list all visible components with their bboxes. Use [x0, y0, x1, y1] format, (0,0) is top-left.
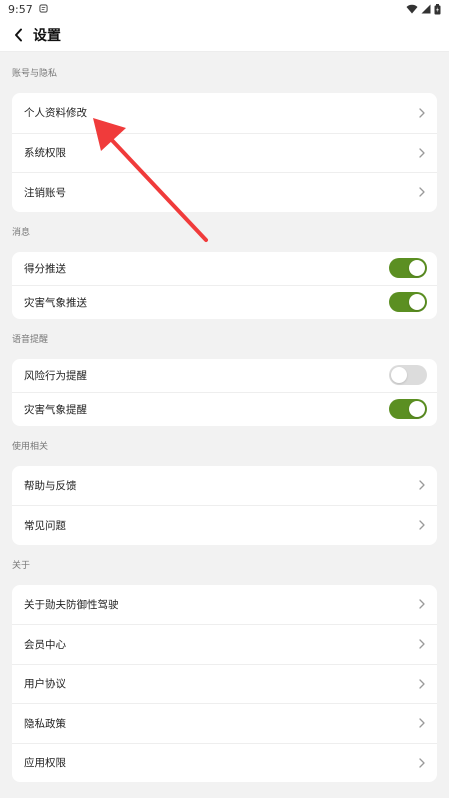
status-time: 9:57 [8, 2, 33, 16]
risk-behavior-reminder-toggle[interactable] [389, 365, 427, 386]
disaster-weather-reminder-item: 灾害气象提醒 [12, 392, 437, 426]
privacy-policy-item[interactable]: 隐私政策 [12, 703, 437, 743]
chevron-left-icon [14, 28, 22, 41]
chevron-right-icon [417, 716, 427, 730]
section-label-voice: 语音提醒 [12, 334, 49, 345]
list-item-label: 系统权限 [24, 147, 66, 160]
status-bar: 9:57 [0, 0, 449, 18]
list-item-label: 隐私政策 [24, 717, 66, 730]
toggle-knob [391, 367, 407, 384]
user-agreement-item[interactable]: 用户协议 [12, 663, 437, 704]
chevron-right-icon [417, 677, 427, 691]
chevron-right-icon [417, 756, 427, 770]
about-card: 关于勋夫防御性驾驶 会员中心 用户协议 隐私政策 应用权限 [12, 584, 437, 783]
risk-behavior-reminder-item: 风险行为提醒 [12, 359, 437, 393]
list-item-label: 常见问题 [24, 519, 66, 532]
chevron-right-icon [417, 597, 427, 611]
wifi-icon [406, 4, 418, 14]
list-item-label: 会员中心 [24, 638, 66, 651]
chevron-right-icon [417, 185, 427, 199]
usage-card: 帮助与反馈 常见问题 [12, 465, 437, 545]
faq-item[interactable]: 常见问题 [12, 505, 437, 545]
top-nav-bar: 设置 [0, 18, 449, 52]
account-settings-card: 个人资料修改 系统权限 注销账号 [12, 93, 437, 212]
signal-icon [421, 4, 431, 14]
list-item-label: 帮助与反馈 [24, 479, 77, 492]
battery-icon [434, 3, 441, 15]
toggle-knob [409, 294, 425, 311]
disaster-weather-push-toggle[interactable] [389, 292, 427, 313]
chevron-right-icon [417, 146, 427, 160]
chevron-right-icon [417, 637, 427, 651]
voice-reminder-card: 风险行为提醒 灾害气象提醒 [12, 358, 437, 426]
disaster-weather-push-item: 灾害气象推送 [12, 285, 437, 319]
member-center-item[interactable]: 会员中心 [12, 624, 437, 664]
list-item-label: 个人资料修改 [24, 107, 87, 120]
score-push-toggle[interactable] [389, 258, 427, 279]
score-push-item: 得分推送 [12, 252, 437, 286]
chevron-right-icon [417, 518, 427, 532]
chevron-right-icon [417, 106, 427, 120]
app-permissions-item[interactable]: 应用权限 [12, 742, 437, 783]
list-item-label: 风险行为提醒 [24, 369, 87, 382]
toggle-knob [409, 260, 425, 277]
notification-icon [39, 3, 48, 16]
message-settings-card: 得分推送 灾害气象推送 [12, 251, 437, 319]
delete-account-item[interactable]: 注销账号 [12, 172, 437, 212]
list-item-label: 用户协议 [24, 678, 66, 691]
system-permissions-item[interactable]: 系统权限 [12, 132, 437, 173]
toggle-knob [409, 401, 425, 418]
back-button[interactable] [8, 23, 28, 47]
profile-edit-item[interactable]: 个人资料修改 [12, 93, 437, 133]
list-item-label: 应用权限 [24, 757, 66, 770]
list-item-label: 灾害气象提醒 [24, 403, 87, 416]
page-title: 设置 [33, 27, 61, 44]
list-item-label: 关于勋夫防御性驾驶 [24, 598, 119, 611]
chevron-right-icon [417, 478, 427, 492]
help-feedback-item[interactable]: 帮助与反馈 [12, 466, 437, 506]
section-label-about: 关于 [12, 560, 31, 571]
about-app-item[interactable]: 关于勋夫防御性驾驶 [12, 585, 437, 625]
settings-screen: 9:57 设置 账号与隐私 个人资料修改 系统权限 注销账号 消息 得分推送 灾… [0, 0, 449, 798]
section-label-messages: 消息 [12, 227, 31, 238]
section-label-usage: 使用相关 [12, 441, 49, 452]
list-item-label: 灾害气象推送 [24, 296, 87, 309]
disaster-weather-reminder-toggle[interactable] [389, 399, 427, 420]
list-item-label: 注销账号 [24, 186, 66, 199]
list-item-label: 得分推送 [24, 262, 66, 275]
section-label-account: 账号与隐私 [12, 69, 58, 79]
